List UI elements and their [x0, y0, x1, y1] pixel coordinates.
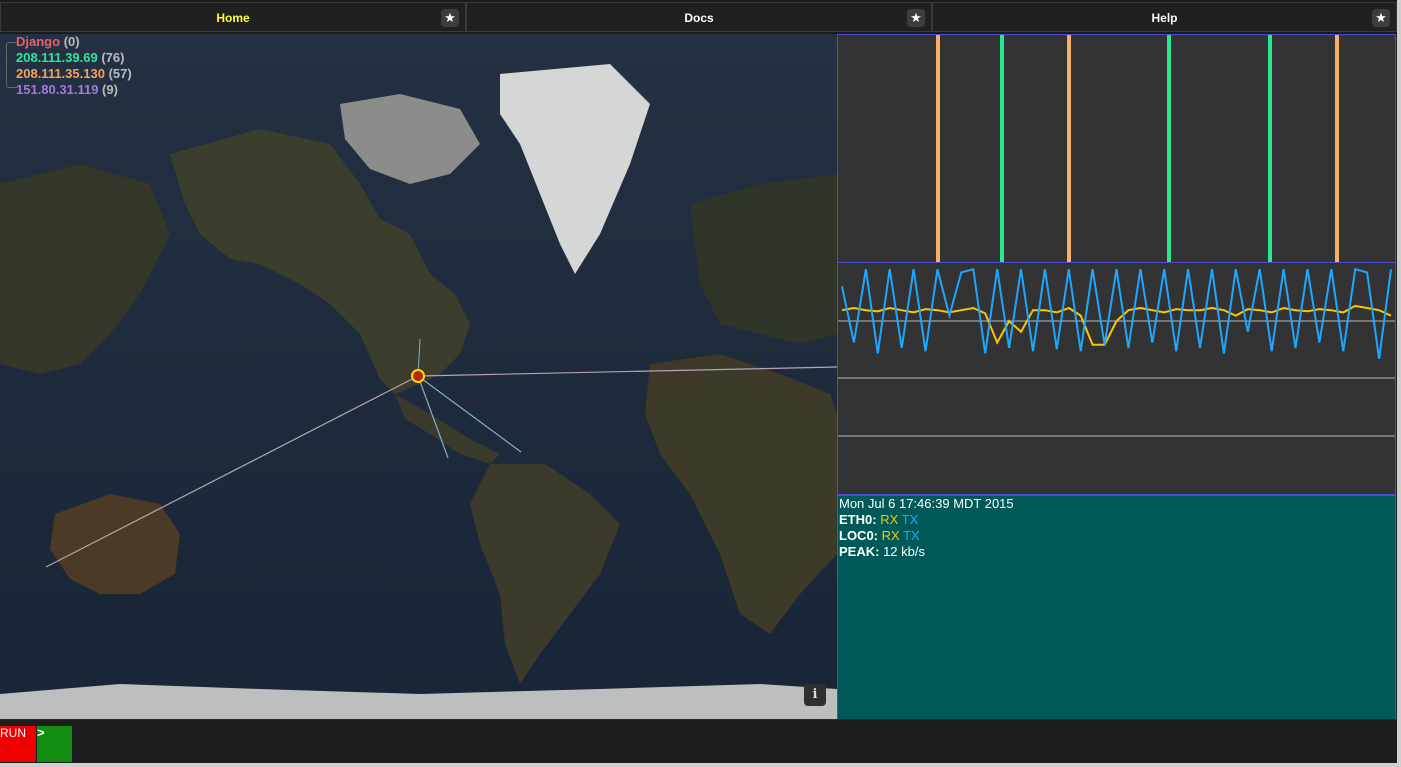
- traffic-bar-3: [1167, 35, 1171, 262]
- tx-series-line: [841, 267, 1392, 359]
- rx-label: RX: [881, 528, 900, 543]
- command-bar: RUN >: [0, 719, 1397, 764]
- traffic-bar-2: [1067, 35, 1071, 262]
- dashboard-app: Home ★ Docs ★ Help ★ Django (0) 208.111.…: [0, 0, 1401, 767]
- star-icon[interactable]: ★: [907, 9, 925, 27]
- status-datetime: Mon Jul 6 17:46:39 MDT 2015: [839, 496, 1014, 511]
- bar-chart-graphic: [936, 35, 1339, 262]
- tab-bar: Home ★ Docs ★ Help ★: [0, 0, 1397, 35]
- peak-label: PEAK:: [839, 544, 880, 559]
- host-legend: Django (0) 208.111.39.69 (76) 208.111.35…: [16, 34, 132, 98]
- window-bottom-edge: [0, 763, 1401, 767]
- legend-label: Django: [16, 34, 61, 49]
- info-icon[interactable]: i: [804, 684, 826, 706]
- tab-home[interactable]: Home ★: [0, 2, 466, 32]
- world-map[interactable]: Django (0) 208.111.39.69 (76) 208.111.35…: [0, 34, 837, 719]
- tab-help[interactable]: Help ★: [932, 2, 1397, 32]
- eth0-label: ETH0:: [839, 512, 877, 527]
- tab-help-label: Help: [1151, 11, 1178, 25]
- tab-docs-label: Docs: [684, 11, 714, 25]
- legend-count: (57): [108, 66, 132, 81]
- legend-item[interactable]: 208.111.35.130 (57): [16, 66, 132, 82]
- line-chart-graphic: [838, 267, 1395, 437]
- peak-value: 12 kb/s: [883, 544, 925, 559]
- tab-home-label: Home: [216, 11, 250, 25]
- status-eth0: ETH0: RX TX: [839, 512, 1395, 528]
- world-map-graphic: [0, 34, 837, 719]
- legend-item[interactable]: 151.80.31.119 (9): [16, 82, 132, 98]
- tx-label: TX: [901, 512, 919, 527]
- run-button[interactable]: RUN: [0, 726, 36, 762]
- bandwidth-line-chart: [837, 263, 1396, 495]
- legend-count: (76): [101, 50, 125, 65]
- tx-label: TX: [903, 528, 920, 543]
- legend-label: 151.80.31.119: [16, 82, 99, 97]
- window-edge: [1397, 0, 1401, 767]
- star-icon[interactable]: ★: [1372, 9, 1390, 27]
- status-peak: PEAK: 12 kb/s: [839, 544, 1395, 560]
- host-node[interactable]: [411, 369, 425, 383]
- status-panel: Mon Jul 6 17:46:39 MDT 2015 ETH0: RX TX …: [837, 495, 1396, 723]
- status-loc0: LOC0: RX TX: [839, 528, 1395, 544]
- tab-docs[interactable]: Docs ★: [466, 2, 932, 32]
- legend-item[interactable]: 208.111.39.69 (76): [16, 50, 132, 66]
- traffic-bar-chart: [837, 34, 1396, 263]
- legend-item[interactable]: Django (0): [16, 34, 132, 50]
- star-icon[interactable]: ★: [441, 9, 459, 27]
- legend-count: (0): [63, 34, 80, 49]
- legend-count: (9): [102, 82, 118, 97]
- traffic-bar-0: [936, 35, 940, 262]
- traffic-bar-5: [1335, 35, 1339, 262]
- loc0-label: LOC0:: [839, 528, 878, 543]
- rx-label: RX: [880, 512, 899, 527]
- prompt-button[interactable]: >: [37, 726, 72, 762]
- legend-label: 208.111.35.130: [16, 66, 105, 81]
- right-panel: Mon Jul 6 17:46:39 MDT 2015 ETH0: RX TX …: [837, 34, 1397, 723]
- legend-label: 208.111.39.69: [16, 50, 98, 65]
- traffic-bar-4: [1268, 35, 1272, 262]
- traffic-bar-1: [1000, 35, 1004, 262]
